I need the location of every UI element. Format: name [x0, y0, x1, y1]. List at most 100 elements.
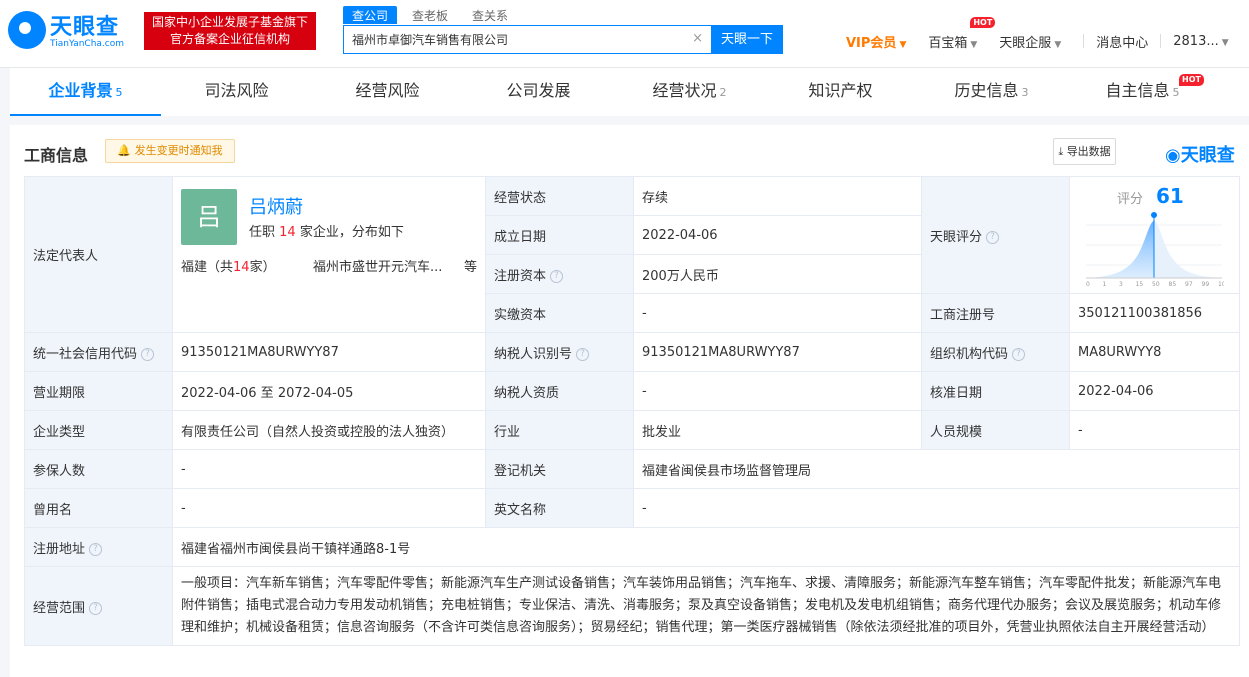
tab-label: 企业背景: [48, 81, 113, 100]
score-value: 61: [1156, 184, 1184, 208]
capital-label: 注册资本?: [485, 254, 634, 294]
eye-logo-icon: [8, 11, 46, 49]
search-tab-relation[interactable]: 查关系: [463, 6, 517, 24]
tab-label: 公司发展: [506, 81, 571, 100]
tab-judicial-risk[interactable]: 司法风险: [161, 68, 312, 116]
score-distribution-chart: 0 1 3 15 50 85 97 99 100: [1086, 212, 1224, 287]
search-type-tabs: 查公司 查老板 查关系: [343, 6, 523, 24]
search-tab-company[interactable]: 查公司: [343, 6, 398, 24]
slogan-line-1: 国家中小企业发展子基金旗下: [151, 15, 308, 29]
authority-value: 福建省闽侯县市场监督管理局: [633, 449, 1240, 489]
brand-watermark: ◉天眼查: [1165, 141, 1235, 167]
tab-self-info[interactable]: 自主信息 5 HOT: [1067, 68, 1218, 116]
clear-icon[interactable]: ×: [692, 31, 703, 46]
tab-history[interactable]: 历史信息 3: [916, 68, 1067, 116]
tab-intellectual-property[interactable]: 知识产权: [765, 68, 916, 116]
former-name-value: -: [172, 488, 486, 528]
summary-suffix: 家企业，分布如下: [299, 225, 404, 240]
paid-capital-label: 实缴资本: [485, 293, 634, 333]
english-name-label: 英文名称: [485, 488, 634, 528]
company-type-label: 企业类型: [24, 410, 173, 450]
score-cell[interactable]: 评分 61 0 1 3 15 50 85 97 99 10: [1069, 176, 1240, 294]
score-tick-label: 3: [1119, 281, 1123, 287]
treasure-box-menu[interactable]: 百宝箱 ▼ HOT: [928, 16, 996, 51]
credit-code-value: 91350121MA8URWYY87: [172, 332, 486, 372]
legal-rep-company-link[interactable]: 福州市盛世开元汽车...: [313, 256, 442, 275]
address-label: 注册地址?: [24, 527, 173, 567]
taxid-label-text: 纳税人识别号: [494, 346, 573, 362]
chevron-down-icon: ▼: [970, 39, 978, 50]
vip-member-link[interactable]: VIP会员 ▼: [846, 32, 906, 51]
score-title: 评分: [1117, 192, 1144, 207]
score-label-text: 天眼评分: [930, 229, 983, 245]
legal-rep-region[interactable]: 福建（共14家）: [181, 256, 276, 275]
hot-badge: HOT: [970, 16, 996, 28]
distribution-curve-fill: [1086, 221, 1154, 278]
status-label: 经营状态: [485, 176, 634, 216]
notify-change-button[interactable]: 🔔 发生变更时通知我: [105, 139, 235, 163]
company-type-value: 有限责任公司（自然人投资或控股的法人独资）: [172, 410, 486, 450]
help-icon[interactable]: ?: [550, 269, 564, 283]
tab-label: 自主信息: [1105, 81, 1170, 100]
legal-rep-more[interactable]: 等: [464, 256, 477, 275]
tab-label: 经营风险: [355, 81, 420, 100]
staff-size-label: 人员规模: [921, 410, 1070, 450]
message-center-link[interactable]: 消息中心: [1096, 32, 1148, 51]
legal-rep-cell: 吕 吕炳蔚 任职 14 家企业，分布如下 福建（共14家） 福州市盛世开元汽车.…: [172, 176, 486, 333]
insured-label: 参保人数: [24, 449, 173, 489]
region-count: 14: [233, 260, 250, 275]
watermark-text: 天眼查: [1180, 145, 1235, 166]
top-bar: 天眼查 TianYanCha.com 国家中小企业发展子基金旗下 官方备案企业征…: [0, 0, 1249, 68]
score-tick-label: 1: [1103, 281, 1107, 287]
section-title: 工商信息: [24, 146, 89, 165]
org-label-text: 组织机构代码: [930, 346, 1009, 362]
score-tick-label: 99: [1202, 281, 1210, 287]
enterprise-service-menu[interactable]: 天眼企服 ▼: [999, 32, 1061, 51]
tax-qual-value: -: [633, 371, 922, 411]
help-icon[interactable]: ?: [89, 542, 103, 556]
export-data-button[interactable]: ⤓ 导出数据: [1053, 138, 1116, 165]
status-value: 存续: [633, 176, 922, 216]
tab-operation-risk[interactable]: 经营风险: [312, 68, 463, 116]
legal-rep-name[interactable]: 吕炳蔚: [249, 193, 303, 219]
logo-text: 天眼查: [50, 15, 120, 40]
chevron-down-icon: ▼: [899, 39, 907, 50]
avatar[interactable]: 吕: [181, 189, 237, 245]
chevron-down-icon: ▼: [1221, 37, 1229, 48]
business-info-table: 法定代表人 吕 吕炳蔚 任职 14 家企业，分布如下 福建（共14家） 福州市盛…: [24, 176, 1240, 646]
paid-capital-value: -: [633, 293, 922, 333]
help-icon[interactable]: ?: [89, 601, 103, 615]
taxid-label: 纳税人识别号?: [485, 332, 634, 372]
tab-operation-status[interactable]: 经营状况 2: [614, 68, 765, 116]
search-tab-boss[interactable]: 查老板: [403, 6, 457, 24]
help-icon[interactable]: ?: [1012, 347, 1026, 361]
help-icon[interactable]: ?: [576, 347, 590, 361]
enterprise-label: 天眼企服: [999, 35, 1052, 51]
summary-count: 14: [279, 225, 296, 240]
slogan-line-2: 官方备案企业征信机构: [169, 32, 290, 46]
search-button[interactable]: 天眼一下: [711, 25, 783, 54]
summary-prefix: 任职: [249, 225, 276, 240]
tab-company-development[interactable]: 公司发展: [463, 68, 614, 116]
user-menu[interactable]: 2813... ▼: [1173, 34, 1228, 49]
tab-label: 知识产权: [808, 81, 873, 100]
region-prefix: 福建（共: [181, 260, 234, 275]
score-tick-label: 0: [1086, 281, 1090, 287]
download-icon: ⤓: [1058, 145, 1064, 158]
logo-domain: TianYanCha.com: [50, 39, 125, 49]
help-icon[interactable]: ?: [141, 347, 155, 361]
industry-label: 行业: [485, 410, 634, 450]
tab-company-background[interactable]: 企业背景 5: [10, 68, 161, 116]
score-ticks: 0 1 3 15 50 85 97 99 100: [1086, 281, 1224, 287]
score-tick-label: 97: [1185, 281, 1193, 287]
search-box: ×: [343, 25, 711, 54]
logo[interactable]: 天眼查 TianYanCha.com: [8, 9, 136, 53]
english-name-value: -: [633, 488, 1240, 528]
taxid-value: 91350121MA8URWYY87: [633, 332, 922, 372]
search-input[interactable]: [352, 32, 682, 46]
reg-no-value: 350121100381856: [1069, 293, 1240, 333]
help-icon[interactable]: ?: [986, 230, 1000, 244]
treasure-label: 百宝箱: [928, 35, 968, 51]
vip-label: VIP会员: [846, 35, 897, 51]
score-marker-icon: [1151, 212, 1157, 218]
